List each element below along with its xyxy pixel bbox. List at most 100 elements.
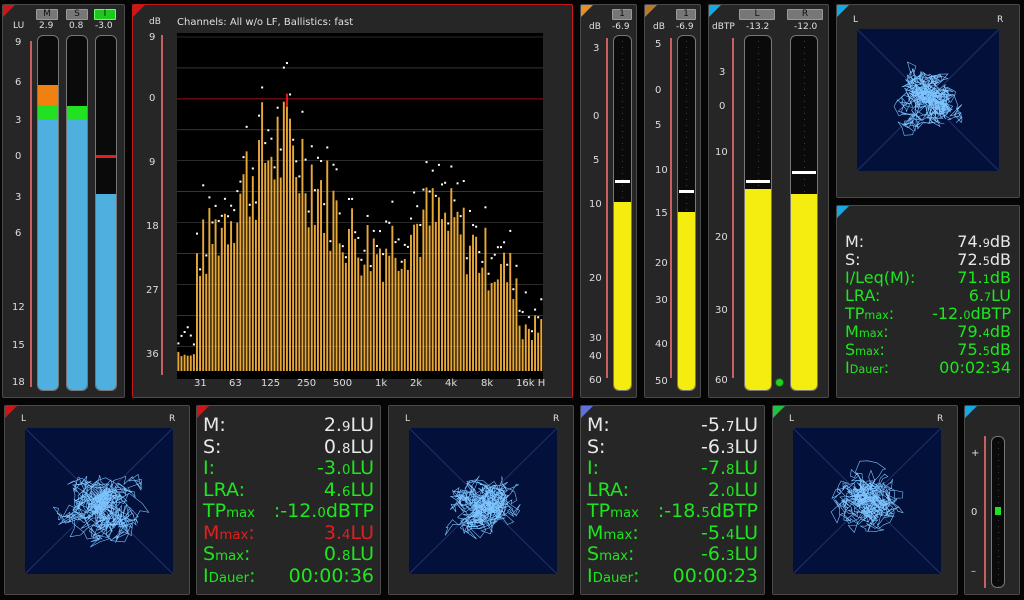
- spectrum-x-tick: 1k: [375, 378, 388, 389]
- level-meter-1-panel[interactable]: dB 1 -6.9 3 0 5 10 20 30 40 60: [580, 4, 637, 398]
- spectrum-panel[interactable]: dB Channels: All w/o LF, Ballistics: fas…: [132, 4, 573, 398]
- readout-value: 0.8LU: [323, 435, 374, 458]
- meter1-unit: dB: [589, 22, 601, 32]
- spectrum-graph: [177, 33, 543, 379]
- truepeak-tick: 3: [719, 67, 726, 78]
- balance-tick-minus: –: [971, 566, 976, 577]
- truepeak-left-button[interactable]: L: [739, 9, 775, 20]
- loudness-bar-panel[interactable]: LU M S I 2.9 0.8 -3.0 9 6 3 0 3 6 12 15 …: [2, 4, 125, 398]
- button-integrated[interactable]: I: [94, 9, 116, 20]
- readout-value: 00:00:23: [672, 564, 758, 587]
- meter1-scale-line: [606, 38, 608, 378]
- readout-value: -7.8LU: [701, 457, 758, 479]
- lu-tick: 3: [15, 192, 22, 203]
- vectorscope-main-panel[interactable]: L R: [836, 4, 1020, 198]
- truepeak-left-bar: [744, 35, 772, 391]
- meter2-tick: 10: [655, 165, 668, 176]
- scope-label-left: L: [405, 414, 411, 424]
- vectorscope-bottom-right-panel[interactable]: L R: [772, 405, 958, 595]
- readout-label-sub: max: [858, 327, 884, 340]
- loudness-readout-panel-mid2[interactable]: M: -5.7LU S: -6.3LU I: -7.8LU LRA: 2.0LU TPmax:-…: [580, 405, 765, 595]
- truepeak-tick: 20: [715, 232, 728, 243]
- readout-value: -5.7LU: [701, 414, 758, 436]
- panel-marker-brown: [645, 5, 657, 17]
- integrated-bar: [95, 35, 117, 391]
- readout-label: TPmax: [587, 500, 640, 522]
- meter2-tick: 40: [655, 339, 668, 350]
- true-peak-meter-panel[interactable]: dBTP L R -13.2 -12.0 3 0 10 20 30 60: [708, 4, 829, 398]
- meter2-tick: 15: [655, 208, 668, 219]
- meter1-bar: [613, 35, 632, 391]
- spectrum-y-tick: 36: [146, 349, 159, 360]
- spectrum-scale-line: [161, 35, 163, 375]
- panel-marker-cyan: [837, 5, 849, 17]
- truepeak-tick: 60: [715, 375, 728, 386]
- momentary-bar: [37, 35, 59, 391]
- spectrum-x-tick: 250: [297, 378, 317, 389]
- readout-label: Mmax:: [203, 521, 255, 544]
- meter1-channel-button[interactable]: 1: [612, 9, 632, 20]
- button-shortterm[interactable]: S: [66, 9, 88, 20]
- shortterm-bar: [66, 35, 88, 391]
- scope-label-left: L: [789, 414, 795, 424]
- truepeak-tick: 0: [719, 101, 726, 112]
- meter2-channel-button[interactable]: 1: [676, 9, 696, 20]
- truepeak-tick: 10: [715, 147, 728, 158]
- readout-label: S:: [587, 435, 606, 458]
- meter2-tick: 50: [655, 376, 668, 387]
- balance-meter-panel[interactable]: + 0 –: [964, 405, 1020, 595]
- truepeak-tick: 30: [715, 305, 728, 316]
- truepeak-right-bar: [790, 35, 818, 391]
- vectorscope-bottom-left-panel[interactable]: L R: [4, 405, 190, 595]
- scope-label-left: L: [853, 15, 859, 25]
- meter2-readout: -6.9: [676, 22, 694, 32]
- level-meter-2-panel[interactable]: dB 1 -6.9 5 0 5 10 15 20 30 40 50: [644, 4, 701, 398]
- lu-tick: 18: [12, 377, 25, 388]
- spectrum-y-tick: 27: [146, 285, 159, 296]
- readout-label: TPmax: [203, 500, 256, 522]
- readout-integrated: -3.0: [95, 21, 113, 31]
- readout-label: TPmax:: [845, 304, 895, 323]
- spectrum-x-tick: 500: [333, 378, 353, 389]
- overload-led: [775, 378, 784, 387]
- readout-label: IDauer:: [203, 564, 256, 587]
- readout-label-sub: Dauer: [592, 570, 634, 586]
- meter1-readout: -6.9: [612, 22, 630, 32]
- panel-marker-blue: [581, 406, 593, 418]
- panel-marker-cyan: [837, 206, 849, 218]
- lu-tick: 12: [12, 302, 25, 313]
- readout-label: S:: [845, 250, 861, 269]
- loudness-readout-panel-mid[interactable]: M: 2.9LU S: 0.8LU I: -3.0LU LRA: 4.6LU TPmax:-12…: [196, 405, 381, 595]
- scope-label-left: L: [21, 414, 27, 424]
- meter1-tick: 20: [589, 273, 602, 284]
- truepeak-left-readout: -13.2: [746, 22, 770, 32]
- meter1-tick: 3: [593, 43, 600, 54]
- vectorscope-bottom-mid-panel[interactable]: L R: [388, 405, 574, 595]
- panel-marker-cyan: [709, 5, 721, 17]
- meter2-scale-line: [670, 38, 672, 378]
- readout-label: Smax:: [203, 543, 251, 565]
- readout-value: 79.4dB: [957, 322, 1011, 341]
- readout-label-sub: Dauer: [849, 363, 884, 376]
- vectorscope-display: [793, 428, 941, 574]
- readout-value: -12.0dBTP: [932, 304, 1011, 323]
- spectrum-x-tick: 16k H: [516, 378, 546, 389]
- balance-bar: [991, 436, 1005, 588]
- meter2-tick: 20: [655, 258, 668, 269]
- truepeak-right-button[interactable]: R: [787, 9, 823, 20]
- lu-tick: 6: [15, 228, 22, 239]
- loudness-readout-panel-right[interactable]: M: 74.9dB S: 72.5dB I/Leq(M): 71.1dB LRA: 6.7LU…: [836, 205, 1020, 398]
- balance-tick-zero: 0: [971, 507, 978, 518]
- spectrum-y-tick: 9: [149, 157, 156, 168]
- panel-marker-orange: [581, 5, 593, 17]
- button-momentary[interactable]: M: [36, 9, 58, 20]
- scope-label-right: R: [169, 414, 176, 424]
- lu-tick: 6: [15, 77, 22, 88]
- readout-value: 00:00:36: [288, 564, 374, 587]
- readout-label-sub: Dauer: [208, 570, 250, 586]
- readout-value: 3.4LU: [323, 521, 374, 544]
- panel-marker-red: [197, 406, 209, 418]
- readout-label: S:: [203, 435, 222, 458]
- spectrum-unit-label: dB: [149, 17, 161, 27]
- spectrum-x-tick: 125: [261, 378, 281, 389]
